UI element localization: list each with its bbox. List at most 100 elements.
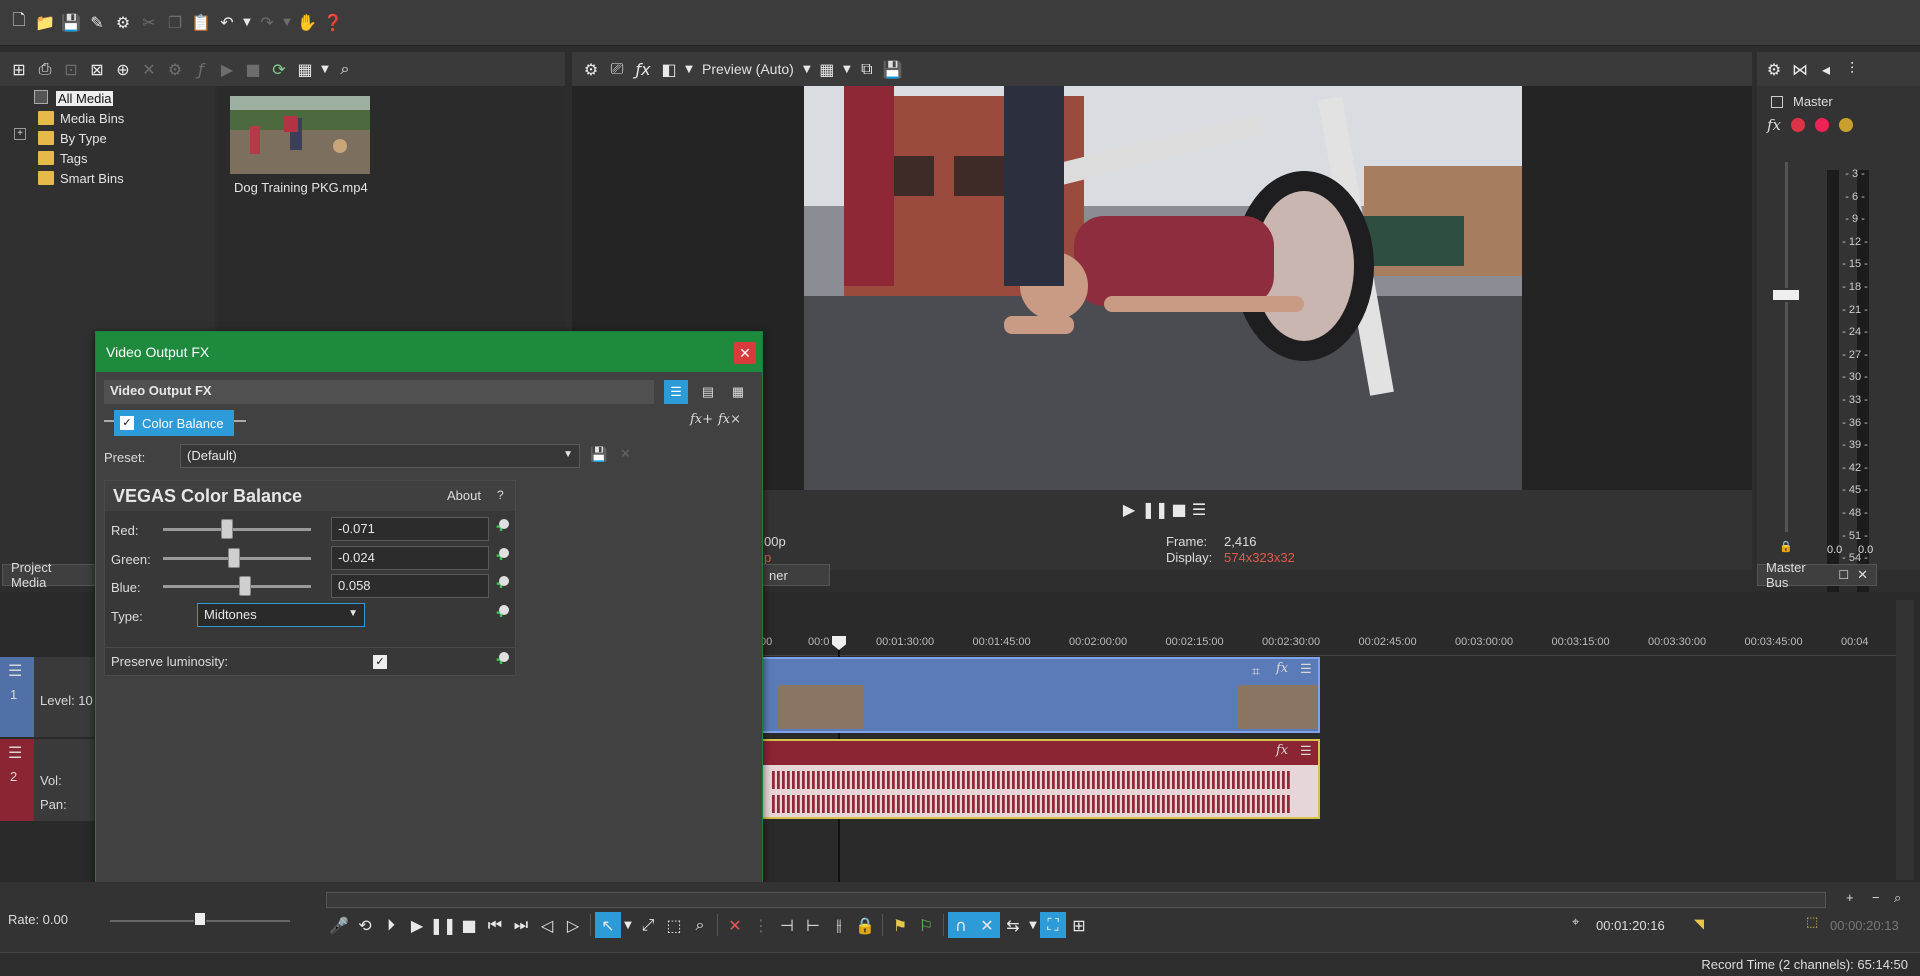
media-fx-icon[interactable]: ƒ	[188, 56, 214, 82]
split-icon[interactable]: ⫲	[826, 912, 852, 938]
external-monitor-icon[interactable]: ⎚	[604, 56, 630, 82]
keyframe-icon[interactable]: ✚	[493, 652, 509, 668]
fx-plugin-icon[interactable]	[1815, 118, 1829, 132]
maximize-icon[interactable]: ☐	[1838, 568, 1849, 582]
menu-icon[interactable]: ☰	[1186, 496, 1212, 522]
track-menu-icon[interactable]: ☰	[8, 661, 22, 681]
slider-thumb[interactable]	[239, 576, 252, 596]
web-media-icon[interactable]: ⊕	[110, 56, 136, 82]
preview-settings-icon[interactable]: ⚙	[578, 56, 604, 82]
media-file-name[interactable]: Dog Training PKG.mp4	[234, 180, 368, 195]
record-icon[interactable]: 🎤	[326, 912, 352, 938]
expand-icon[interactable]: +	[14, 128, 26, 140]
insert-marker-icon[interactable]: ⚑	[887, 912, 913, 938]
mixer-faders-icon[interactable]: ⫶	[1839, 56, 1865, 82]
import-media-icon[interactable]: ⊞	[6, 56, 32, 82]
downmix-icon[interactable]: ⋈	[1787, 56, 1813, 82]
video-output-fx-icon[interactable]: ƒx	[630, 56, 656, 82]
add-plugin-icon[interactable]: fx+	[690, 412, 713, 427]
trim-icon[interactable]: ⋮	[748, 912, 774, 938]
what-is-this-icon[interactable]: ✋	[294, 10, 320, 36]
save-snapshot-icon[interactable]: 💾	[880, 56, 906, 82]
clip-fx-icon[interactable]: fx	[1276, 661, 1288, 676]
lock-envelopes-icon[interactable]: ⛶	[1040, 912, 1066, 938]
red-slider[interactable]	[163, 517, 313, 541]
play-icon[interactable]: ▶	[214, 56, 240, 82]
remove-plugin-icon[interactable]: fx×	[718, 412, 741, 427]
copy-icon[interactable]: ❐	[162, 10, 188, 36]
remove-media-icon[interactable]: ⊠	[84, 56, 110, 82]
clip-menu-icon[interactable]: ☰	[1300, 743, 1312, 759]
slider-thumb[interactable]	[228, 548, 241, 568]
loop-icon[interactable]: ⟲	[352, 912, 378, 938]
search-icon[interactable]: ⌕	[332, 56, 358, 82]
trim-end-icon[interactable]: ⊢	[800, 912, 826, 938]
delete-icon[interactable]: ✕	[722, 912, 748, 938]
blue-slider[interactable]	[163, 574, 313, 598]
selection-tool-icon[interactable]: ⬚	[661, 912, 687, 938]
blue-value-field[interactable]: 0.058	[331, 574, 489, 598]
green-slider[interactable]	[163, 546, 313, 570]
envelope-tool-icon[interactable]: ⤢	[635, 912, 661, 938]
tree-item-tags[interactable]: Tags	[38, 148, 87, 168]
video-clip[interactable]: ⌗ fx ☰	[760, 657, 1320, 733]
views-dropdown-icon[interactable]: ▼	[318, 56, 332, 82]
track-header-video[interactable]: ☰ 1 Level: 10	[0, 657, 95, 737]
copy-snapshot-icon[interactable]: ⧉	[854, 56, 880, 82]
paste-icon[interactable]: 📋	[188, 10, 214, 36]
views-icon[interactable]: ▦	[292, 56, 318, 82]
track-header-audio[interactable]: ☰ 2 Vol: Pan:	[0, 739, 95, 821]
view-details-icon[interactable]: ▤	[696, 380, 720, 404]
dim-output-icon[interactable]: ◂	[1813, 56, 1839, 82]
plugin-enable-checkbox[interactable]: ✓	[120, 416, 134, 430]
go-to-start-icon[interactable]: ⏮	[482, 912, 508, 938]
crop-icon[interactable]: ⌗	[1252, 663, 1260, 680]
cut-icon[interactable]: ✂	[136, 10, 162, 36]
next-frame-icon[interactable]: ▷	[560, 912, 586, 938]
trim-start-icon[interactable]: ⊣	[774, 912, 800, 938]
green-value-field[interactable]: -0.024	[331, 546, 489, 570]
tree-item-by-type[interactable]: By Type	[38, 128, 107, 148]
tree-item-smart-bins[interactable]: Smart Bins	[38, 168, 124, 188]
cursor-time[interactable]: 00:01:20:16	[1596, 918, 1665, 933]
master-fx-icon[interactable]: fx	[1767, 116, 1781, 134]
play-icon[interactable]: ▶	[404, 912, 430, 938]
tab-project-media[interactable]: Project Media	[2, 560, 98, 590]
zoom-in-icon[interactable]: +	[1846, 890, 1854, 905]
extract-audio-icon[interactable]: ⊡	[58, 56, 84, 82]
media-thumbnail[interactable]	[230, 96, 370, 174]
master-checkbox[interactable]	[1771, 96, 1783, 108]
gear-icon[interactable]: ⚙	[110, 10, 136, 36]
properties-icon[interactable]: ⚙	[162, 56, 188, 82]
tab-master-bus[interactable]: Master Bus ☐ ✕	[1757, 560, 1877, 590]
selection-length-time[interactable]: 00:00:20:13	[1830, 918, 1899, 933]
preserve-luminosity-checkbox[interactable]: ✓	[373, 655, 387, 669]
about-button[interactable]: About	[447, 488, 481, 503]
clip-menu-icon[interactable]: ☰	[1300, 661, 1312, 677]
track-menu-icon[interactable]: ☰	[8, 743, 22, 763]
fader-handle[interactable]	[1771, 288, 1801, 302]
lock-icon[interactable]: 🔒	[1779, 540, 1793, 553]
close-button[interactable]: ✕	[734, 342, 756, 364]
undo-icon[interactable]: ↶	[214, 10, 240, 36]
type-select[interactable]: Midtones ▼	[197, 603, 365, 627]
keyframe-icon[interactable]: ✚	[493, 576, 509, 592]
keyframe-icon[interactable]: ✚	[493, 605, 509, 621]
tab-fragment[interactable]: ner	[760, 564, 830, 586]
fader-track[interactable]	[1785, 162, 1788, 532]
play-icon[interactable]: ▶	[1116, 496, 1142, 522]
stop-icon[interactable]: ■	[240, 56, 266, 82]
save-icon[interactable]: 💾	[58, 10, 84, 36]
ripple-edit-icon[interactable]: ⇆	[1000, 912, 1026, 938]
auto-preview-icon[interactable]: ⟳	[266, 56, 292, 82]
auto-crossfade-icon[interactable]: ✕	[974, 912, 1000, 938]
undo-dropdown-icon[interactable]: ▼	[240, 10, 254, 36]
lock-icon[interactable]: 🔒	[852, 912, 878, 938]
pause-icon[interactable]: ❚❚	[1142, 496, 1169, 522]
keyframe-icon[interactable]: ✚	[493, 548, 509, 564]
ripple-dropdown-icon[interactable]: ▼	[1026, 912, 1040, 938]
preset-select[interactable]: (Default) ▼	[180, 444, 580, 468]
fx-plugin-icon[interactable]	[1839, 118, 1853, 132]
split-dropdown-icon[interactable]: ▼	[682, 56, 696, 82]
prev-frame-icon[interactable]: ◁	[534, 912, 560, 938]
